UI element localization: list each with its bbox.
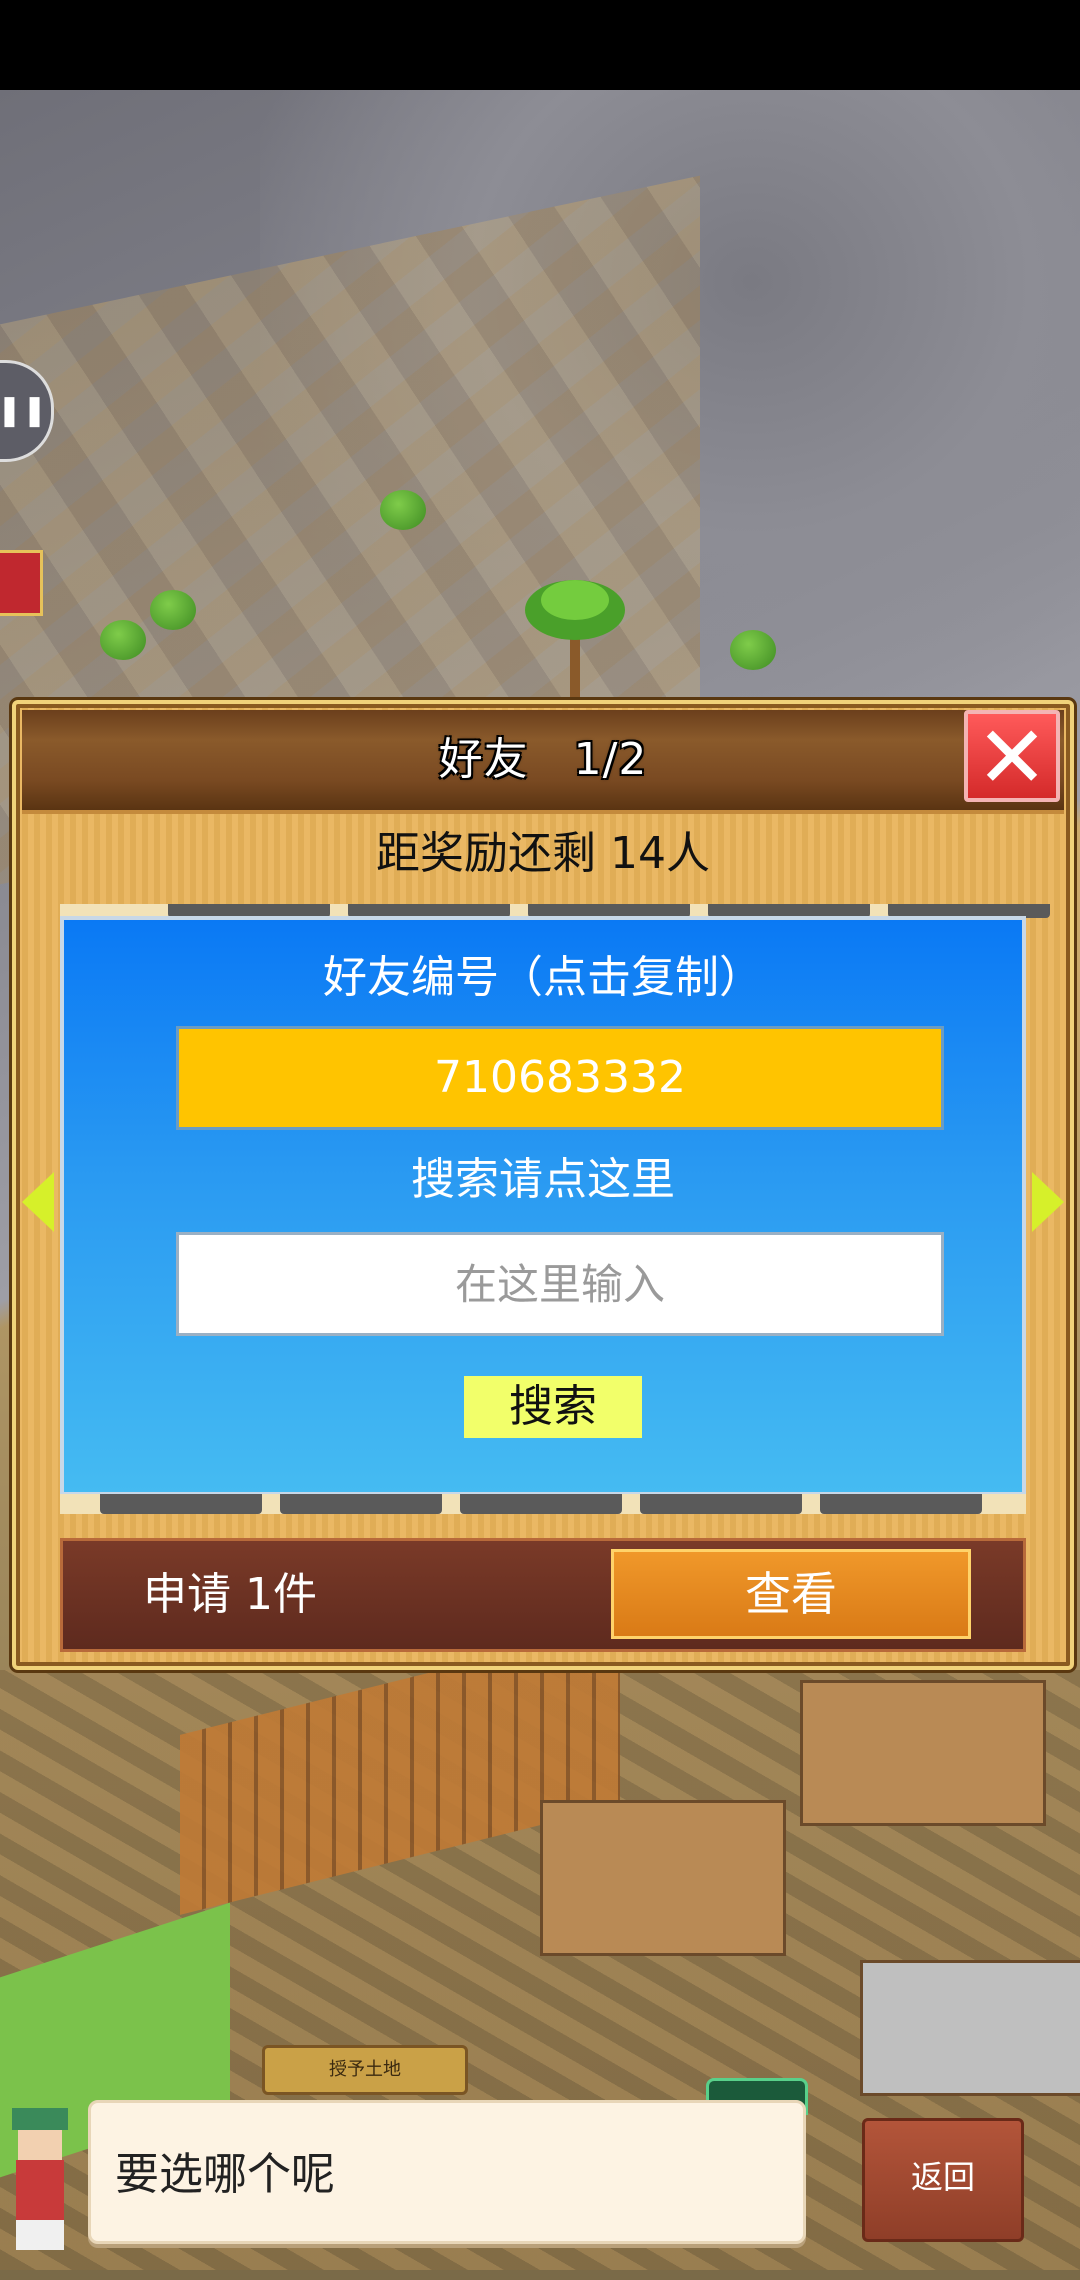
friend-request-bar: 申请 1件 查看: [60, 1538, 1026, 1652]
view-requests-button[interactable]: 查看: [611, 1549, 971, 1639]
building[interactable]: [800, 1680, 1046, 1826]
building[interactable]: [540, 1800, 786, 1956]
close-button[interactable]: ✕: [964, 710, 1060, 802]
advisor-avatar: [12, 2108, 68, 2250]
friend-dialog: 好友 1/2 ✕ 距奖励还剩 14人 好友编号（点击复制） 710683332 …: [12, 700, 1074, 1670]
bush-icon: [730, 630, 776, 670]
side-menu-tab[interactable]: [0, 550, 43, 616]
back-button[interactable]: 返回: [862, 2118, 1024, 2242]
search-button[interactable]: 搜索: [464, 1376, 642, 1438]
status-bar: [0, 0, 1080, 90]
friend-id-copy-button[interactable]: 710683332: [176, 1026, 944, 1130]
dialog-header: 好友 1/2: [22, 710, 1064, 814]
friend-id-label: 好友编号（点击复制）: [323, 952, 763, 1003]
speech-bubble: 要选哪个呢: [88, 2100, 806, 2244]
request-count-text: 申请 1件: [143, 1569, 317, 1620]
bush-icon: [380, 490, 426, 530]
chevron-left-icon[interactable]: [22, 1172, 54, 1232]
search-label: 搜索请点这里: [411, 1154, 675, 1205]
search-input[interactable]: [176, 1232, 944, 1336]
dialog-title: 好友 1/2: [438, 734, 648, 785]
reward-remaining-text: 距奖励还剩 14人: [376, 828, 710, 879]
page-tab-strip-bottom: [60, 1494, 1026, 1514]
bush-icon: [100, 620, 146, 660]
close-icon: ✕: [975, 708, 1049, 808]
building[interactable]: [860, 1960, 1080, 2096]
bush-icon: [150, 590, 196, 630]
chevron-right-icon[interactable]: [1032, 1172, 1064, 1232]
grant-land-sign[interactable]: 授予土地: [262, 2045, 468, 2095]
friend-id-card: 好友编号（点击复制） 710683332 搜索请点这里 搜索: [60, 916, 1026, 1496]
